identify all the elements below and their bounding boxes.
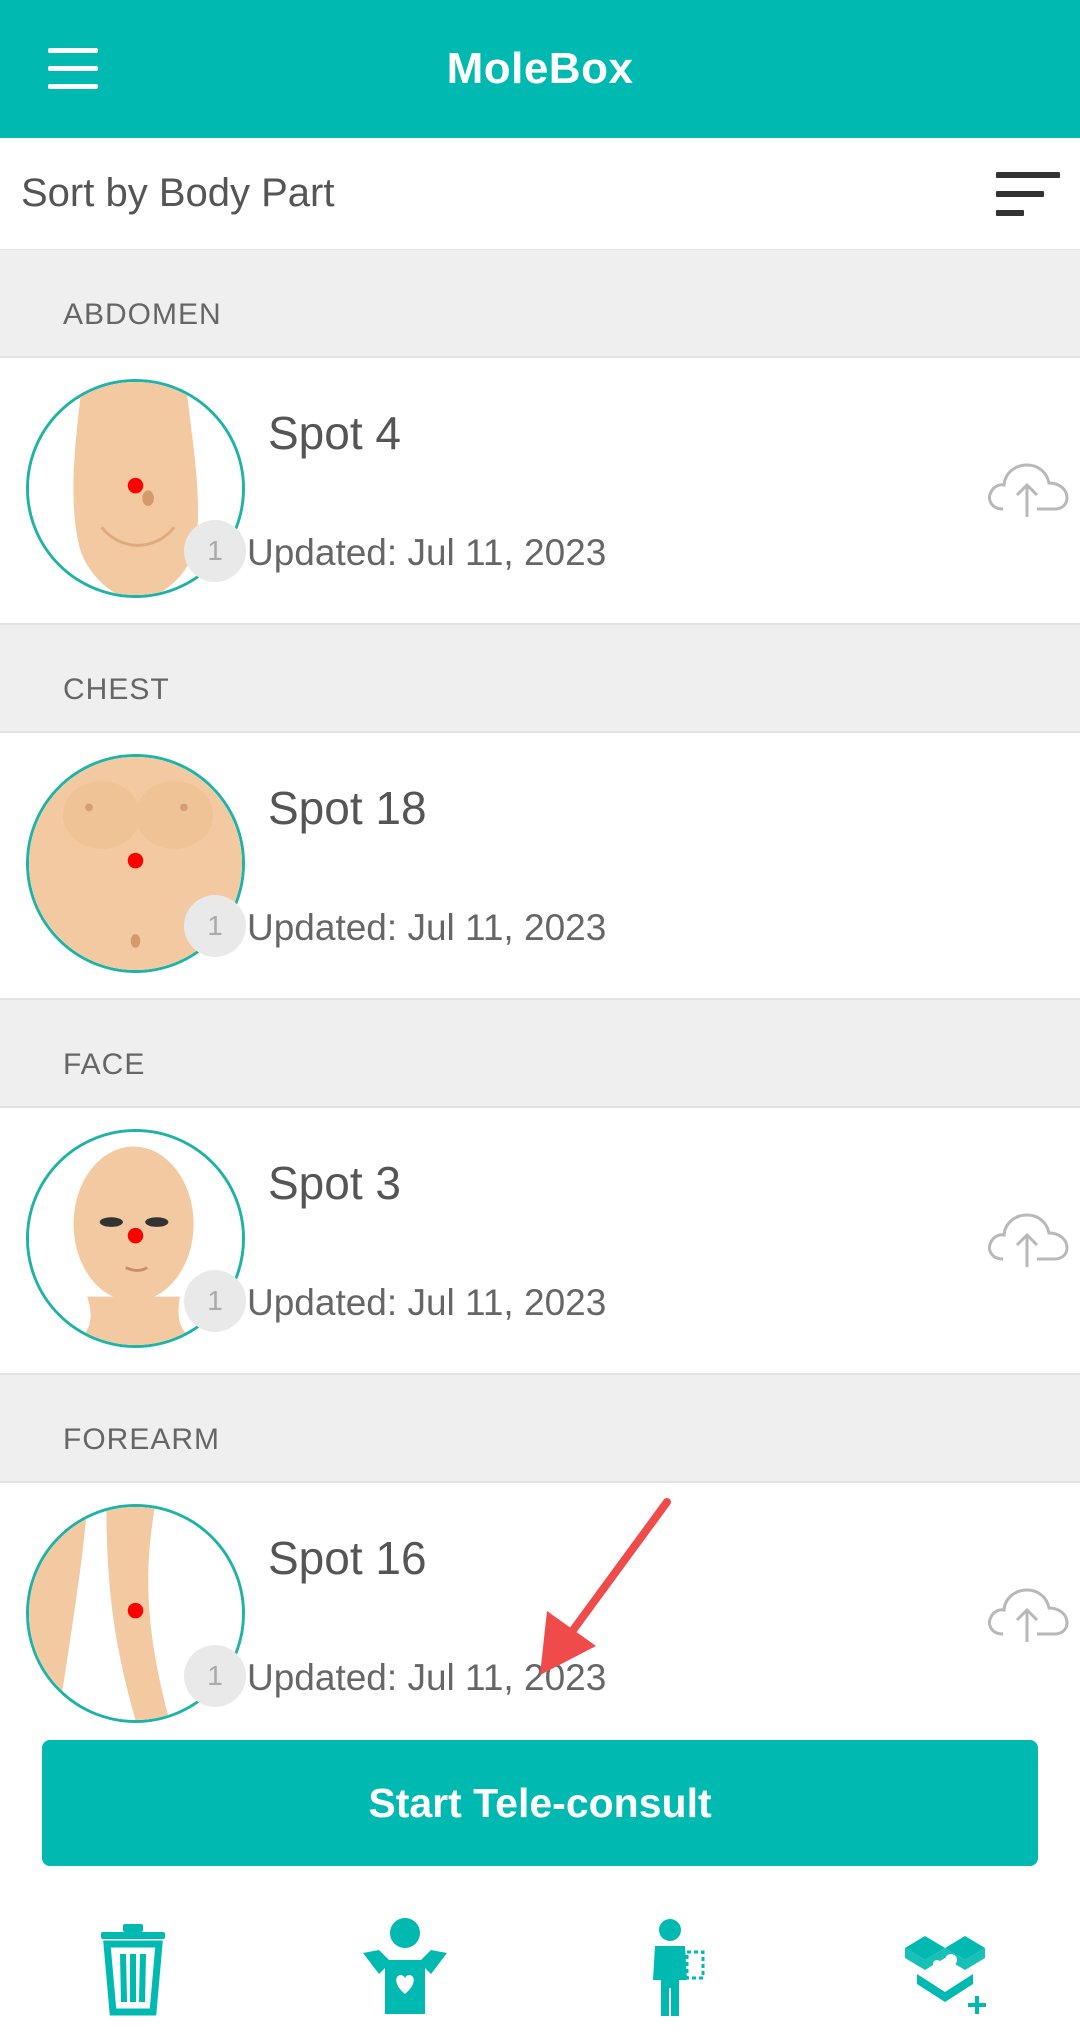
photo-count-badge: 1: [184, 895, 246, 957]
section-title: FACE: [63, 1048, 146, 1081]
app-title: MoleBox: [446, 44, 634, 93]
photo-count-badge: 1: [184, 1270, 246, 1332]
photo-count-badge: 1: [184, 520, 246, 582]
updated-date: Updated: Jul 11, 2023: [247, 1657, 607, 1698]
sort-label: Sort by Body Part: [21, 171, 335, 215]
trash-icon[interactable]: [83, 1918, 183, 2018]
spot-name: Spot 18: [268, 782, 427, 834]
spot-row-chest[interactable]: 1 Spot 18 Updated: Jul 11, 2023: [0, 733, 1080, 1000]
dropbox-add-icon[interactable]: [895, 1918, 995, 2018]
section-title: CHEST: [63, 673, 170, 706]
doctor-icon[interactable]: [625, 1918, 725, 2018]
section-header-forearm: FOREARM: [0, 1375, 1080, 1483]
updated-date: Updated: Jul 11, 2023: [247, 1282, 607, 1323]
photo-count-badge: 1: [184, 1645, 246, 1707]
sort-icon[interactable]: [996, 172, 1060, 216]
section-header-face: FACE: [0, 1000, 1080, 1108]
spot-row-face[interactable]: 1 Spot 3 Updated: Jul 11, 2023: [0, 1108, 1080, 1375]
sort-bar: Sort by Body Part: [0, 138, 1080, 250]
cloud-upload-icon[interactable]: [985, 1580, 1069, 1644]
start-teleconsult-button[interactable]: Start Tele-consult: [42, 1740, 1038, 1866]
spot-row-abdomen[interactable]: 1 Spot 4 Updated: Jul 11, 2023: [0, 358, 1080, 625]
section-header-abdomen: ABDOMEN: [0, 250, 1080, 358]
cloud-upload-icon[interactable]: [985, 455, 1069, 519]
app-bar: MoleBox: [0, 0, 1080, 138]
updated-date: Updated: Jul 11, 2023: [247, 532, 607, 573]
mole-marker: [127, 1602, 144, 1619]
spot-name: Spot 3: [268, 1157, 401, 1209]
bottom-nav: [0, 1882, 1080, 2040]
section-title: FOREARM: [63, 1423, 220, 1456]
section-title: ABDOMEN: [63, 298, 222, 331]
spot-name: Spot 16: [268, 1532, 427, 1584]
menu-icon[interactable]: [48, 48, 98, 90]
mole-marker: [127, 477, 144, 494]
section-header-chest: CHEST: [0, 625, 1080, 733]
person-heart-icon[interactable]: [355, 1918, 455, 2018]
spot-row-forearm[interactable]: 1 Spot 16 Updated: Jul 11, 2023: [0, 1483, 1080, 1750]
spot-name: Spot 4: [268, 407, 401, 459]
updated-date: Updated: Jul 11, 2023: [247, 907, 607, 948]
cloud-upload-icon[interactable]: [985, 1205, 1069, 1269]
mole-marker: [127, 1227, 144, 1244]
mole-marker: [127, 852, 144, 869]
